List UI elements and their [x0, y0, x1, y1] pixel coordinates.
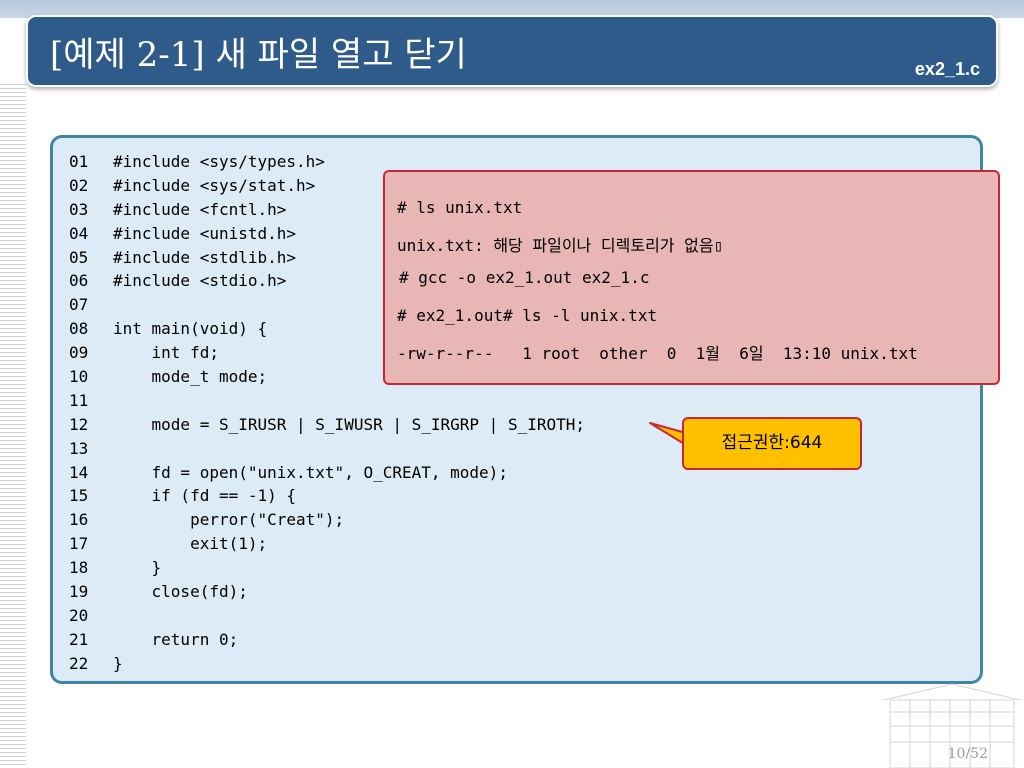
code-text: fd = open("unix.txt", O_CREAT, mode);	[113, 462, 508, 482]
code-line: 21 return 0;	[69, 628, 585, 652]
code-line: 13	[69, 437, 585, 461]
line-number: 22	[69, 653, 89, 673]
code-line: 18 }	[69, 556, 585, 580]
code-line: 12 mode = S_IRUSR | S_IWUSR | S_IRGRP | …	[69, 413, 585, 437]
code-text: mode = S_IRUSR | S_IWUSR | S_IRGRP | S_I…	[113, 414, 586, 434]
line-number: 06	[69, 271, 89, 291]
left-stripe-decoration	[0, 84, 26, 768]
line-number: 15	[69, 486, 89, 506]
line-number: 21	[69, 629, 89, 649]
callout-text: 접근권한:644	[721, 433, 823, 453]
code-text: close(fd);	[113, 582, 248, 602]
code-text: mode_t mode;	[113, 367, 268, 387]
line-number: 07	[69, 295, 89, 315]
terminal-line: # gcc -o ex2_1.out ex2_1.c	[399, 268, 650, 287]
code-line: 16 perror("Creat");	[69, 508, 585, 532]
line-number: 09	[69, 343, 89, 363]
line-number: 17	[69, 534, 89, 554]
file-name-label: ex2_1.c	[914, 59, 980, 79]
code-line: 14 fd = open("unix.txt", O_CREAT, mode);	[69, 461, 585, 485]
line-number: 08	[69, 319, 89, 339]
code-line: 22}	[69, 652, 585, 676]
code-text: int fd;	[113, 343, 219, 363]
code-line: 17 exit(1);	[69, 532, 585, 556]
code-text: #include <fcntl.h>	[113, 199, 287, 219]
line-number: 14	[69, 462, 89, 482]
code-text: #include <sys/stat.h>	[113, 175, 316, 195]
code-line: 11	[69, 389, 585, 413]
code-text: #include <sys/types.h>	[113, 152, 325, 171]
code-text: perror("Creat");	[113, 510, 345, 530]
code-line: 19 close(fd);	[69, 580, 585, 604]
line-number: 12	[69, 414, 89, 434]
code-text: #include <unistd.h>	[113, 223, 297, 243]
line-number: 02	[69, 175, 89, 195]
code-text: if (fd == -1) {	[113, 486, 297, 506]
terminal-line: # ex2_1.out# ls -l unix.txt	[397, 306, 658, 325]
terminal-line: unix.txt: 해당 파일이나 디렉토리가 없음▯	[397, 236, 724, 255]
line-number: 18	[69, 558, 89, 578]
page-number: 10/52	[947, 746, 988, 762]
code-text: exit(1);	[113, 534, 268, 554]
permission-callout: 접근권한:644	[682, 417, 862, 470]
slide-title-bar: [예제 2-1] 새 파일 열고 닫기 ex2_1.c	[26, 15, 998, 87]
slide-title: [예제 2-1] 새 파일 열고 닫기	[50, 35, 467, 75]
terminal-line: -rw-r--r-- 1 root other 0 1월 6일 13:10 un…	[397, 344, 918, 363]
terminal-line: # ls unix.txt	[397, 198, 523, 217]
line-number: 13	[69, 438, 89, 458]
line-number: 19	[69, 582, 89, 602]
line-number: 11	[69, 390, 89, 410]
line-number: 16	[69, 510, 89, 530]
line-number: 04	[69, 223, 89, 243]
code-line: 15 if (fd == -1) {	[69, 484, 585, 508]
code-line: 20	[69, 604, 585, 628]
code-text: #include <stdio.h>	[113, 271, 287, 291]
code-text: }	[113, 558, 162, 578]
code-text: #include <stdlib.h>	[113, 247, 297, 267]
code-text: int main(void) {	[113, 319, 268, 339]
line-number: 03	[69, 199, 89, 219]
line-number: 05	[69, 247, 89, 267]
line-number: 10	[69, 367, 89, 387]
line-number: 20	[69, 605, 89, 625]
line-number: 01	[69, 152, 89, 171]
code-text: return 0;	[113, 629, 239, 649]
code-text: }	[113, 653, 123, 673]
terminal-output-box: # ls unix.txt unix.txt: 해당 파일이나 디렉토리가 없음…	[383, 170, 1000, 385]
